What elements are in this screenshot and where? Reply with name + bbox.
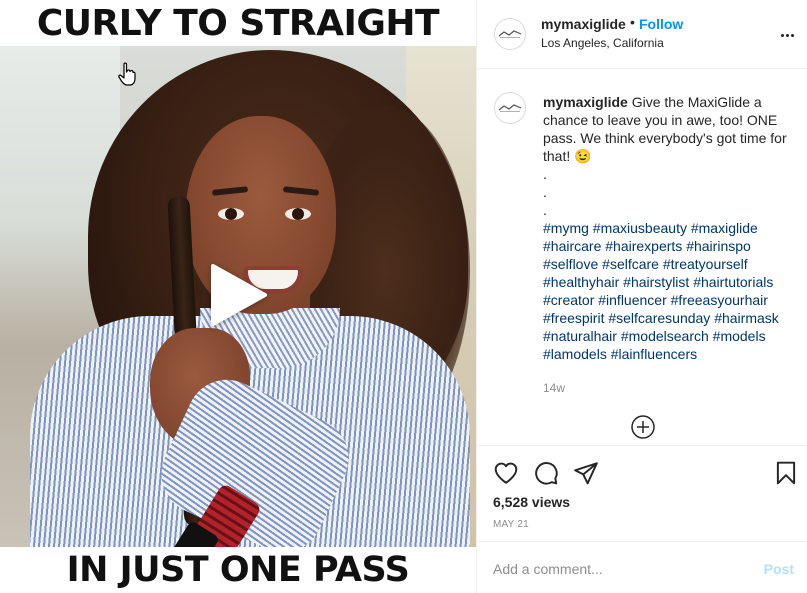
header-separator: • (630, 14, 635, 30)
post-comment-button[interactable]: Post (764, 561, 794, 577)
share-paper-plane-icon[interactable] (573, 460, 599, 486)
hashtag-link[interactable]: #healthyhair (543, 274, 619, 290)
post-header: mymaxiglide • Follow Los Angeles, Califo… (477, 0, 807, 69)
header-username[interactable]: mymaxiglide (541, 16, 626, 32)
hashtag-link[interactable]: #selfcaresunday (608, 310, 710, 326)
load-more-comments-icon[interactable] (630, 414, 656, 440)
hashtag-link[interactable]: #hairinspo (686, 238, 751, 254)
caption-timestamp[interactable]: 14w (543, 379, 793, 397)
post-side-panel: mymaxiglide • Follow Los Angeles, Califo… (476, 0, 807, 593)
caption-dot-3: . (543, 202, 547, 218)
hand-cursor-icon (118, 62, 136, 91)
avatar[interactable] (494, 18, 526, 50)
video-top-text: CURLY TO STRAIGHT (36, 2, 440, 44)
video-bottom-banner: IN JUST ONE PASS (0, 547, 476, 593)
hashtag-link[interactable]: #naturalhair (543, 328, 617, 344)
hashtag-link[interactable]: #freespirit (543, 310, 604, 326)
hashtag-link[interactable]: #selflove (543, 256, 598, 272)
like-heart-icon[interactable] (493, 460, 519, 486)
add-comment-bar: Post (477, 541, 807, 593)
hashtag-link[interactable]: #treatyourself (663, 256, 748, 272)
hashtag-link[interactable]: #hairexperts (605, 238, 682, 254)
more-options-icon[interactable] (778, 26, 796, 44)
caption-avatar[interactable] (494, 92, 526, 124)
play-icon[interactable] (206, 262, 272, 328)
hashtag-link[interactable]: #freeasyourhair (671, 292, 768, 308)
post-caption: mymaxiglide Give the MaxiGlide a chance … (543, 93, 793, 397)
hashtag-link[interactable]: #lamodels (543, 346, 607, 362)
video-top-banner: CURLY TO STRAIGHT (0, 0, 476, 46)
follow-button[interactable]: Follow (639, 16, 683, 32)
post-date[interactable]: MAY 21 (493, 519, 529, 530)
comment-input[interactable] (493, 558, 733, 580)
hashtag-list: #mymg #maxiusbeauty #maxiglide #haircare… (543, 219, 793, 363)
caption-dot-2: . (543, 184, 547, 200)
hashtag-link[interactable]: #influencer (598, 292, 667, 308)
maxiglide-logo-icon (498, 104, 522, 112)
hashtag-link[interactable]: #models (713, 328, 766, 344)
views-count[interactable]: 6,528 views (493, 494, 570, 510)
hashtag-link[interactable]: #creator (543, 292, 594, 308)
hashtag-link[interactable]: #hairmask (714, 310, 779, 326)
hashtag-link[interactable]: #mymg (543, 220, 589, 236)
hashtag-link[interactable]: #selfcare (602, 256, 659, 272)
maxiglide-logo-icon (498, 30, 522, 38)
location-link[interactable]: Los Angeles, California (541, 36, 664, 50)
hashtag-link[interactable]: #lainfluencers (611, 346, 697, 362)
hashtag-link[interactable]: #haircare (543, 238, 601, 254)
hashtag-link[interactable]: #modelsearch (621, 328, 709, 344)
hashtag-link[interactable]: #maxiusbeauty (593, 220, 687, 236)
caption-dot-1: . (543, 166, 547, 182)
comments-area[interactable]: mymaxiglide Give the MaxiGlide a chance … (477, 69, 807, 445)
comment-bubble-icon[interactable] (533, 460, 559, 486)
hashtag-link[interactable]: #hairstylist (623, 274, 689, 290)
post-media[interactable]: CURLY TO STRAIGHT IN JUST ONE PASS (0, 0, 476, 593)
video-bottom-text: IN JUST ONE PASS (66, 550, 410, 590)
caption-username[interactable]: mymaxiglide (543, 94, 628, 110)
hashtag-link[interactable]: #maxiglide (691, 220, 758, 236)
post-actions: 6,528 views MAY 21 (477, 445, 807, 541)
hashtag-link[interactable]: #hairtutorials (693, 274, 773, 290)
save-bookmark-icon[interactable] (773, 460, 799, 486)
